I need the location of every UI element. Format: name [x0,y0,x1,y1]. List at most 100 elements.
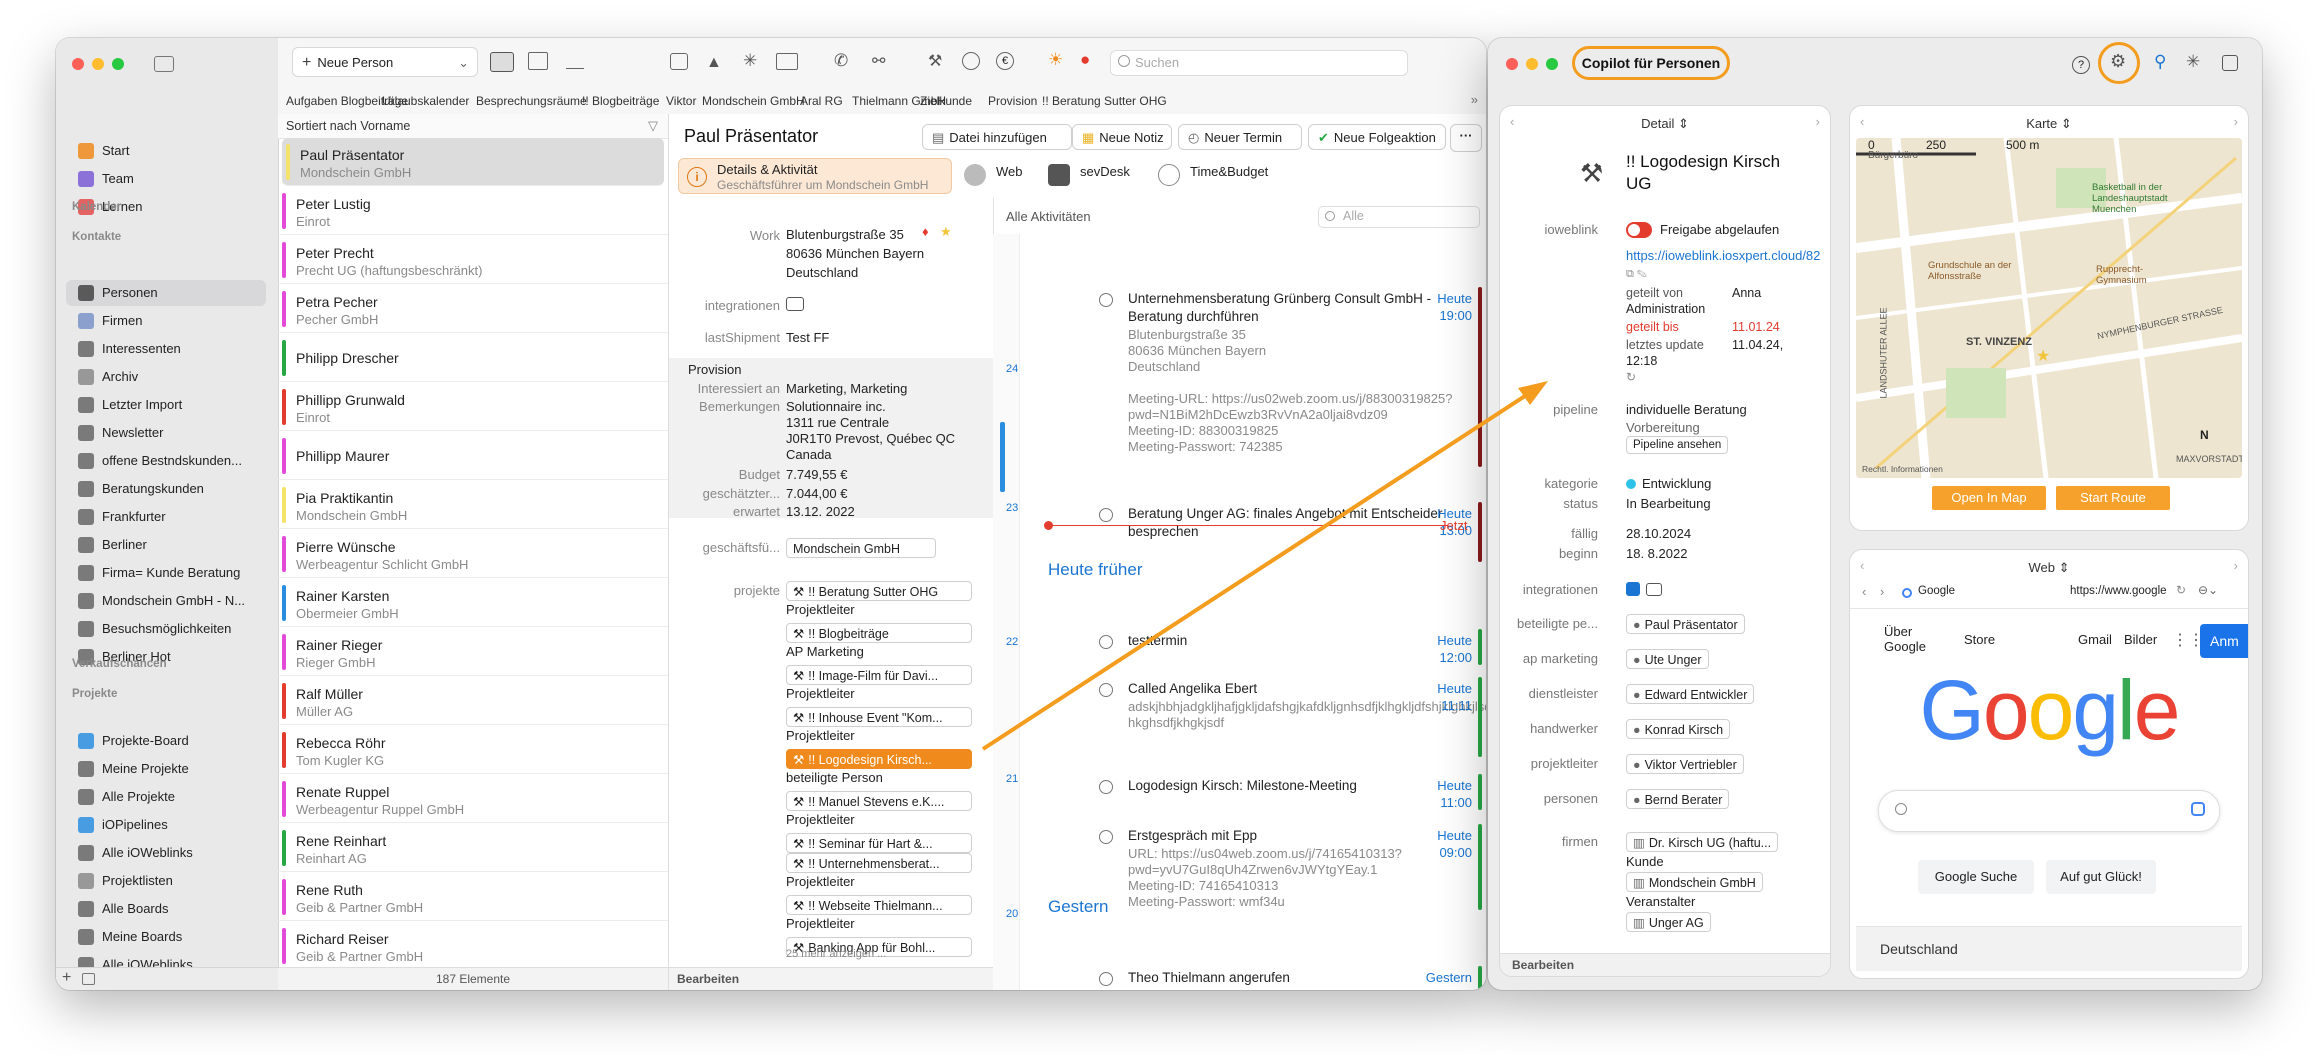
copilot-edit-button[interactable]: Bearbeiten [1512,958,1574,972]
edit-button[interactable]: Bearbeiten [677,972,739,986]
copy-icon[interactable]: ⧉ ✎ [1626,268,1647,281]
activities-search[interactable]: Alle [1318,206,1480,228]
firma-tag[interactable]: ▥ Dr. Kirsch UG (haftu... [1626,832,1779,852]
view-chart-icon[interactable] [566,52,584,69]
sidebar-item[interactable]: Interessenten [66,336,266,362]
grid-icon[interactable] [82,973,95,985]
favorite-item[interactable]: !! Beratung Sutter OHG [1042,94,1167,108]
project-tag[interactable]: ⚒!! Manuel Stevens e.K.... [786,791,972,811]
browser-menu-icon[interactable]: ⊖⌄ [2198,583,2218,597]
google-search-input[interactable] [1878,790,2220,832]
favorite-item[interactable]: !! Blogbeiträge [582,94,659,108]
minimize-button[interactable] [92,58,104,70]
close-button[interactable] [72,58,84,70]
google-lucky-button[interactable]: Auf gut Glück! [2046,860,2156,894]
layout-icon[interactable] [776,53,798,70]
favorite-item[interactable]: Provision [988,94,1037,108]
sort-dropdown[interactable]: Sortiert nach Vorname [286,119,410,133]
action-button[interactable]: ▦ Neue Notiz [1072,124,1172,150]
google-about[interactable]: Über Google [1884,624,1944,654]
activity-title[interactable]: Unternehmensberatung Grünberg Consult Gm… [1128,291,1431,306]
project-tag[interactable]: ⚒!! Blogbeiträge [786,623,972,643]
filter-icon[interactable]: ▽ [648,118,658,134]
chat-icon[interactable] [786,297,804,311]
list-row[interactable]: Pia Praktikantin Mondschein GmbH [278,481,668,529]
copilot-zoom-button[interactable] [1546,58,1558,70]
map-pin-icon[interactable]: ♦ [922,224,929,239]
copilot-close-button[interactable] [1506,58,1518,70]
activity-title[interactable]: Erstgespräch mit Epp [1128,828,1257,843]
copilot-person-tag[interactable]: ● Bernd Berater [1626,789,1730,809]
map-view[interactable]: 0 250 500 m Bürgerbüro Basketball in der… [1856,138,2242,478]
sidebar-item[interactable]: Mondschein GmbH - N... [66,588,266,614]
bell-icon[interactable]: ● [1080,50,1090,70]
sidebar-item[interactable]: Start [66,138,266,164]
freigabe-toggle[interactable] [1626,222,1652,238]
detail-header[interactable]: Detail ⇕ [1500,116,1830,132]
list-row[interactable]: Renate Ruppel Werbeagentur Ruppel GmbH [278,775,668,823]
new-person-button[interactable]: + Neue Person ⌄ [292,47,478,77]
activity-title[interactable]: Beratung Unger AG: finales Angebot mit E… [1128,506,1442,521]
chevron-down-icon[interactable]: ⌄ [458,48,469,78]
project-tag[interactable]: ⚒!! Beratung Sutter OHG [786,581,972,601]
action-button[interactable]: ◴ Neuer Termin [1178,124,1302,150]
lens-icon[interactable] [2191,802,2205,816]
activities-filter[interactable]: Alle Aktivitäten [1006,209,1091,224]
activity-title[interactable]: Beratung durchführen [1128,309,1259,324]
favorite-item[interactable]: Viktor [666,94,696,108]
action-button[interactable]: ✔ Neue Folgeaktion [1308,124,1446,150]
view-list-icon[interactable] [490,52,514,72]
project-tag[interactable]: ⚒!! Inhouse Event "Kom... [786,707,972,727]
sidebar-item[interactable]: Projekte-Board [66,728,266,754]
action-button[interactable]: ▤ Datei hinzufügen [922,124,1072,150]
copilot-person-tag[interactable]: ● Ute Unger [1626,649,1709,669]
sidebar-item[interactable]: Meine Boards [66,924,266,950]
activity-title[interactable]: testtermin [1128,633,1187,648]
hammer-icon[interactable]: ⚒ [928,51,942,71]
activity-title[interactable]: Called Angelika Ebert [1128,681,1257,696]
favorite-item[interactable]: Besprechungsräume [476,94,587,108]
browser-back-icon[interactable]: ‹ [1862,584,1866,599]
copilot-minimize-button[interactable] [1526,58,1538,70]
ioweblink-url[interactable]: https://ioweblink.iosxpert.cloud/82 [1626,248,1822,263]
list-row[interactable]: Rene Ruth Geib & Partner GmbH [278,873,668,921]
browser-forward-icon[interactable]: › [1880,584,1884,599]
copilot-person-tag[interactable]: ● Viktor Vertriebler [1626,754,1744,774]
sidebar-item[interactable]: Letzter Import [66,392,266,418]
activity-title[interactable]: Logodesign Kirsch: Milestone-Meeting [1128,778,1357,793]
sidebar-item[interactable]: Firmen [66,308,266,334]
pin-icon[interactable]: ⚲ [2154,52,2166,72]
list-row[interactable]: Peter Lustig Einrot [278,187,668,235]
sparkle-icon[interactable]: ✳ [2186,52,2200,72]
web-header[interactable]: Web ⇕ [1850,560,2248,576]
sidebar-toggle-icon[interactable] [154,56,174,72]
project-tag[interactable]: ⚒!! Unternehmensberat... [786,853,972,873]
copilot-person-tag[interactable]: ● Paul Präsentator [1626,614,1745,634]
alarm-icon[interactable]: ☀ [1048,50,1063,70]
copilot-person-tag[interactable]: ● Konrad Kirsch [1626,719,1731,739]
sidebar-item[interactable]: Team [66,166,266,192]
help-icon[interactable]: ? [2072,56,2090,74]
start-route-button[interactable]: Start Route [2056,486,2170,510]
firma-tag[interactable]: ▥ Unger AG [1626,912,1711,932]
sidebar-item[interactable]: offene Bestndskunden... [66,448,266,474]
view-table-icon[interactable] [528,52,548,70]
list-row[interactable]: Paul Präsentator Mondschein GmbH [282,138,664,186]
sidebar-item[interactable]: Meine Projekte [66,756,266,782]
graduation-cap-icon[interactable]: ▲ [706,54,722,72]
list-row[interactable]: Philipp Drescher [278,334,668,382]
web-forward-icon[interactable]: › [2234,558,2238,573]
list-row[interactable]: Rainer Rieger Rieger GmbH [278,628,668,676]
sidebar-item[interactable]: Alle iOWeblinks [66,840,266,866]
activity-title[interactable]: besprechen [1128,524,1199,539]
sidebar-item[interactable]: Projektlisten [66,868,266,894]
card-forward-icon[interactable]: › [1816,114,1820,129]
list-row[interactable]: Phillipp Grunwald Einrot [278,383,668,431]
sidebar-item[interactable]: Firma= Kunde Beratung [66,560,266,586]
open-in-map-button[interactable]: Open In Map [1932,486,2046,510]
list-row[interactable]: Peter Precht Precht UG (haftungsbeschränk… [278,236,668,284]
project-tag-selected[interactable]: ⚒!! Logodesign Kirsch... [786,749,972,769]
map-header[interactable]: Karte ⇕ [1850,116,2248,132]
google-search-button[interactable]: Google Suche [1918,860,2034,894]
list-row[interactable]: Richard Reiser Geib & Partner GmbH [278,922,668,970]
